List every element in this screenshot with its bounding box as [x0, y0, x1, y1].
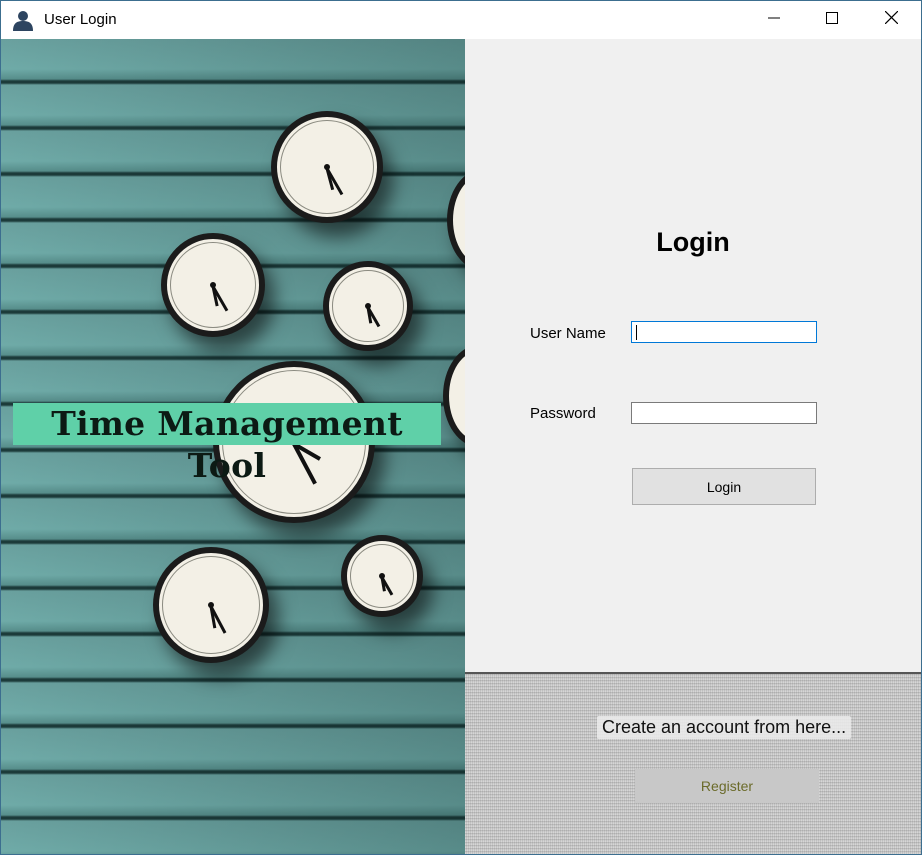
login-window: User Login Time Management Tool Login Us… [0, 0, 922, 855]
text-caret [636, 325, 637, 340]
clock-icon [341, 535, 423, 617]
app-banner-title: Time Management Tool [13, 403, 441, 485]
user-icon [12, 9, 34, 31]
username-label: User Name [530, 325, 606, 342]
register-panel: Create an account from here... Register [465, 672, 921, 854]
password-label: Password [530, 405, 596, 422]
minimize-icon [768, 11, 780, 29]
maximize-icon [826, 11, 838, 29]
minimize-button[interactable] [745, 1, 803, 39]
clock-icon [271, 111, 383, 223]
clock-icon [161, 233, 265, 337]
window-title: User Login [44, 11, 117, 28]
login-heading: Login [656, 227, 730, 257]
create-account-prompt: Create an account from here... [597, 716, 852, 739]
username-input[interactable] [631, 321, 817, 343]
maximize-button[interactable] [803, 1, 861, 39]
close-button[interactable] [862, 1, 920, 39]
clock-wall-image: Time Management Tool [1, 39, 465, 854]
clock-icon [323, 261, 413, 351]
close-icon [884, 10, 898, 29]
password-input[interactable] [631, 402, 817, 424]
title-bar[interactable]: User Login [1, 1, 921, 39]
login-button[interactable]: Login [632, 468, 816, 505]
login-panel: Login User Name Password Login [465, 39, 921, 672]
register-button[interactable]: Register [635, 769, 819, 803]
clock-icon [153, 547, 269, 663]
